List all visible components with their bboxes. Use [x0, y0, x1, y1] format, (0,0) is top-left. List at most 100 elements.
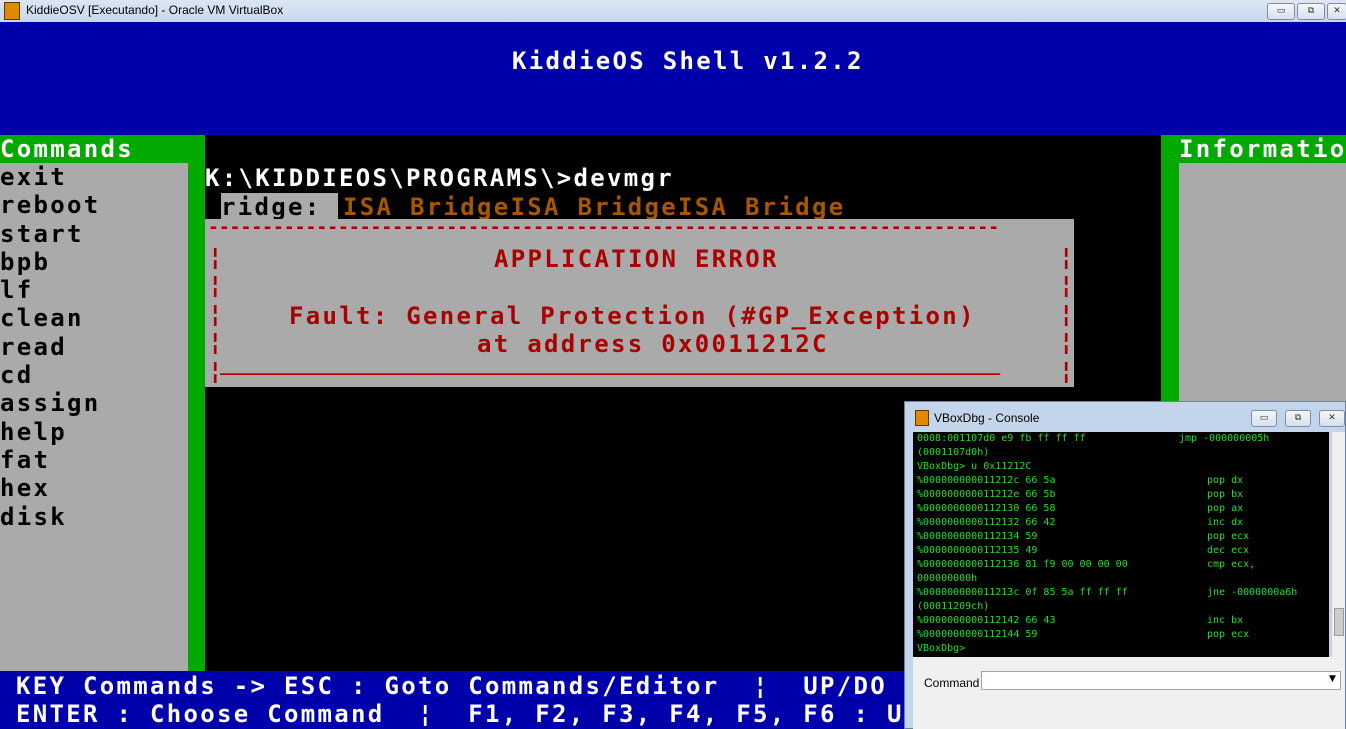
debug-line-address: VBoxDbg> — [917, 643, 966, 654]
debug-output-line: %0000000000112142 66 43 inc bx — [913, 614, 1329, 628]
vboxdbg-minimize-button[interactable]: ▭ — [1251, 410, 1277, 427]
debug-line-instruction: jmp -000000005h — [1179, 433, 1270, 444]
error-border-right: ¦ — [1059, 328, 1074, 356]
command-reboot[interactable]: reboot — [0, 191, 188, 219]
error-border-right: ¦ — [1059, 300, 1074, 328]
debug-line-instruction: pop ecx — [1207, 531, 1250, 542]
vboxdbg-maximize-button[interactable]: ⧉ — [1285, 410, 1311, 427]
command-exit[interactable]: exit — [0, 163, 188, 191]
error-border-right: ¦ — [1059, 357, 1074, 385]
debug-output-line: %0000000000112136 81 f9 00 00 00 00 cmp e… — [913, 558, 1329, 572]
command-lf[interactable]: lf — [0, 276, 188, 304]
debug-output-line: %000000000011212c 66 5a pop dx — [913, 474, 1329, 488]
debug-line-instruction: pop ecx — [1207, 629, 1250, 640]
debug-line-instruction: inc bx — [1207, 615, 1244, 626]
shell-title: KiddieOS Shell v1.2.2 — [512, 47, 864, 75]
error-title: APPLICATION ERROR — [494, 245, 779, 273]
commands-list: exit reboot start bpb lf clean read cd a… — [0, 163, 188, 671]
vboxdbg-output[interactable]: 0008:001107d0 e9 fb ff ff ff jmp -0000000… — [913, 432, 1329, 657]
command-assign[interactable]: assign — [0, 389, 188, 417]
shell-prompt: K:\KIDDIEOS\PROGRAMS\>devmgr — [205, 164, 674, 192]
shell-header: KiddieOS Shell v1.2.2 — [0, 22, 1346, 135]
vboxdbg-close-button[interactable]: ✕ — [1319, 410, 1345, 427]
information-header: Informatio — [1179, 135, 1346, 163]
debug-output-line: 0008:001107d0 e9 fb ff ff ff jmp -0000000… — [913, 432, 1329, 446]
debug-output-line: 000000000h — [913, 572, 1329, 586]
debug-line-instruction: pop bx — [1207, 489, 1244, 500]
debug-line-address: 000000000h — [917, 573, 978, 584]
debug-line-instruction: pop dx — [1207, 475, 1244, 486]
debug-line-address: VBoxDbg> u 0x11212C — [917, 461, 1032, 472]
commands-header: Commands — [0, 135, 134, 163]
debug-line-instruction: jne -0000000a6h — [1207, 587, 1298, 598]
vboxdbg-titlebar: VBoxDbg - Console ▭ ⧉ ✕ — [905, 402, 1345, 432]
window-titlebar: KiddieOSV [Executando] - Oracle VM Virtu… — [0, 0, 1346, 23]
chevron-down-icon[interactable]: ▼ — [1329, 674, 1336, 684]
command-start[interactable]: start — [0, 220, 188, 248]
scrollbar-thumb[interactable] — [1334, 608, 1344, 636]
command-clean[interactable]: clean — [0, 304, 188, 332]
virtualbox-icon — [915, 410, 929, 426]
error-border-right: ¦ — [1059, 243, 1074, 271]
error-border-left: ¦ — [208, 271, 225, 299]
command-input[interactable] — [981, 671, 1341, 690]
debug-line-instruction: dec ecx — [1207, 545, 1250, 556]
debug-line-address: %0000000000112132 66 42 — [917, 517, 1056, 528]
debug-line-instruction: inc dx — [1207, 517, 1244, 528]
error-border-bottom: ________________________________________… — [220, 355, 1001, 376]
debug-output-line: %0000000000112130 66 58 pop ax — [913, 502, 1329, 516]
key-help-line-1: KEY Commands -> ESC : Goto Commands/Edit… — [16, 672, 887, 700]
vboxdbg-scrollbar[interactable] — [1331, 432, 1345, 657]
debug-line-instruction: pop ax — [1207, 503, 1244, 514]
vboxdbg-command-area: Command ▼ — [913, 657, 1345, 729]
debug-line-address: %0000000000112136 81 f9 00 00 00 00 — [917, 559, 1128, 570]
debug-line-address: %000000000011212e 66 5b — [917, 489, 1056, 500]
window-title: KiddieOSV [Executando] - Oracle VM Virtu… — [26, 3, 284, 17]
debug-line-address: %0000000000112135 49 — [917, 545, 1038, 556]
debug-output-line: %0000000000112132 66 42 inc dx — [913, 516, 1329, 530]
command-hex[interactable]: hex — [0, 474, 188, 502]
command-fat[interactable]: fat — [0, 446, 188, 474]
debug-output-line: (00011209ch) — [913, 600, 1329, 614]
debug-line-address: (0001107d0h) — [917, 447, 990, 458]
debug-output-line: %000000000011213c 0f 85 5a ff ff ff jne -… — [913, 586, 1329, 600]
debug-line-address: 0008:001107d0 e9 fb ff ff ff — [917, 433, 1086, 444]
vboxdbg-console-window[interactable]: VBoxDbg - Console ▭ ⧉ ✕ 0008:001107d0 e9… — [904, 401, 1346, 729]
debug-output-line: %0000000000112134 59 pop ecx — [913, 530, 1329, 544]
debug-line-address: %0000000000112142 66 43 — [917, 615, 1056, 626]
vboxdbg-title: VBoxDbg - Console — [934, 411, 1040, 425]
debug-output-line: %000000000011212e 66 5b pop bx — [913, 488, 1329, 502]
maximize-button[interactable]: ⧉ — [1297, 3, 1325, 20]
error-fault-line: Fault: General Protection (#GP_Exception… — [289, 302, 976, 330]
minimize-button[interactable]: ▭ — [1267, 3, 1295, 20]
error-border-top: ----------------------------------------… — [208, 219, 1000, 238]
debug-output-line: (0001107d0h) — [913, 446, 1329, 460]
error-border-left: ¦ — [208, 300, 225, 328]
debug-line-address: %000000000011212c 66 5a — [917, 475, 1056, 486]
debug-line-address: %0000000000112130 66 58 — [917, 503, 1056, 514]
error-border-right: ¦ — [1059, 271, 1074, 299]
debug-line-address: %000000000011213c 0f 85 5a ff ff ff — [917, 587, 1128, 598]
debug-output-line: VBoxDbg> u 0x11212C — [913, 460, 1329, 474]
command-label: Command — [924, 676, 980, 690]
debug-line-address: (00011209ch) — [917, 601, 990, 612]
close-button[interactable]: ✕ — [1327, 3, 1346, 20]
virtualbox-icon — [4, 2, 20, 20]
debug-line-instruction: cmp ecx, — [1207, 559, 1256, 570]
command-help[interactable]: help — [0, 418, 188, 446]
debug-output-line: VBoxDbg> — [913, 642, 1329, 656]
bridge-values: ISA BridgeISA BridgeISA Bridge — [343, 193, 846, 221]
command-disk[interactable]: disk — [0, 503, 188, 531]
application-error-dialog: ----------------------------------------… — [205, 219, 1074, 387]
error-border-left: ¦ — [208, 243, 225, 271]
debug-output-line: %0000000000112144 59 pop ecx — [913, 628, 1329, 642]
command-cd[interactable]: cd — [0, 361, 188, 389]
bridge-label: ridge: — [221, 193, 339, 221]
commands-panel: Commands exit reboot start bpb lf clean … — [0, 135, 205, 671]
debug-line-address: %0000000000112144 59 — [917, 629, 1038, 640]
debug-line-address: %0000000000112134 59 — [917, 531, 1038, 542]
debug-output-line: %0000000000112135 49 dec ecx — [913, 544, 1329, 558]
command-bpb[interactable]: bpb — [0, 248, 188, 276]
error-address-line: at address 0x0011212C — [477, 330, 829, 358]
command-read[interactable]: read — [0, 333, 188, 361]
